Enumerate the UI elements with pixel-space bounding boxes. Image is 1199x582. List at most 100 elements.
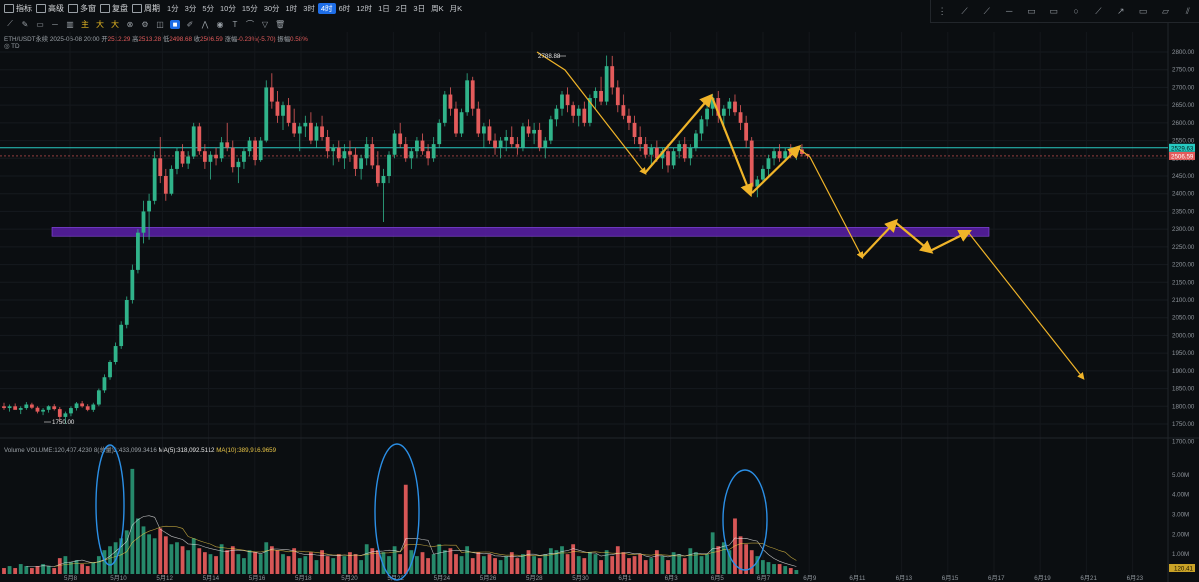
volume-bar [180,546,185,574]
volume-bar [415,556,419,574]
x-tick-label: 6月19 [1034,575,1051,582]
candle [186,151,191,169]
volume-bar [320,550,324,574]
y-tick-label: 2350.00 [1172,208,1195,215]
volume-bar [710,532,715,574]
x-tick-label: 5月12 [156,575,173,582]
volume-bar [794,570,799,574]
volume-bar [398,554,403,574]
volume-bar [96,556,101,574]
volume-bar [80,564,85,574]
x-tick-label: 6月7 [757,575,771,582]
volume-bar [331,558,336,574]
candle [247,137,252,157]
volume-bar [459,556,464,574]
volume-bar [476,552,481,574]
volume-bar [682,558,687,574]
x-tick-label: 5月24 [434,575,451,582]
candle [610,55,615,95]
candle [141,200,146,244]
y-tick-label: 1950.00 [1172,350,1195,357]
volume-bar [130,468,135,574]
candle [91,402,96,412]
last-price-tag: 2506.59 [1169,151,1195,160]
candle [264,80,269,143]
candle [286,98,291,127]
volume-bar [46,566,51,574]
volume-bar [314,560,319,574]
volume-bar [57,558,62,574]
volume-bar [437,544,442,574]
candle [699,115,704,141]
volume-bar [760,560,765,574]
volume-bar [426,558,430,574]
volume-bar [264,542,269,574]
candle [470,76,475,116]
volume-bar [336,554,341,574]
volume-bar [325,556,330,574]
forecast-arrow[interactable] [967,231,1085,380]
x-tick-label: 6月13 [896,575,913,582]
volume-tick-label: 4.00M [1172,492,1189,499]
volume-bar [275,550,280,574]
candle [258,137,263,162]
y-tick-label: 2200.00 [1172,262,1195,269]
volume-bar [431,554,436,574]
candle [537,122,542,152]
x-tick-label: 5月14 [203,575,220,582]
candle [777,144,782,162]
volume-bar [163,536,168,574]
volume-tick-label: 5.00M [1172,472,1189,479]
volume-bar [63,556,68,574]
volume-bar [158,528,163,574]
candle [35,406,40,414]
volume-bar [688,548,693,574]
volume-bar [543,554,548,574]
x-tick-label: 5月30 [572,575,589,582]
volume-bar [599,560,603,574]
volume-bar [208,554,213,574]
y-tick-label: 2050.00 [1172,315,1195,322]
candle [175,147,179,175]
highlight-ellipse[interactable] [374,443,420,581]
volume-bar [403,484,408,574]
candle [46,405,51,413]
candlestick-chart[interactable]: 1700.00 1750.00 1800.00 1850.00 1900.00 1950.… [0,0,1199,582]
volume-bar [560,546,564,574]
candle [509,126,514,148]
volume-bar [108,546,112,574]
candle [152,151,157,205]
y-tick-label: 1900.00 [1172,368,1195,375]
forecast-arrow[interactable] [710,96,753,198]
candle [13,403,18,410]
high-marker: 2788.88 [538,53,566,60]
candle [309,112,313,145]
candle [353,147,358,176]
x-tick-label: 6月1 [618,575,632,582]
volume-last-label: 120.41 [1174,566,1193,573]
forecast-arrow[interactable] [644,93,713,174]
candle [465,73,470,116]
volume-bar [498,560,503,574]
candle [387,151,391,184]
candle [253,137,257,166]
volume-bar [705,554,709,574]
candle [314,122,319,148]
x-tick-label: 6月9 [803,575,817,582]
volume-bar [85,566,90,574]
volume-bar [253,552,257,574]
candle [493,133,497,155]
candle [437,119,442,148]
volume-bar [147,534,151,574]
volume-bar [749,550,754,574]
x-tick-label: 6月5 [711,575,725,582]
volume-bar [766,562,771,574]
volume-bar [772,564,776,574]
candle [398,122,403,148]
volume-bar [303,556,308,574]
candle [30,402,34,410]
volume-bars [2,468,799,574]
cyan-price-label: 2529.63 [1171,145,1194,152]
volume-bar [35,566,40,574]
forecast-arrow[interactable] [797,147,864,260]
